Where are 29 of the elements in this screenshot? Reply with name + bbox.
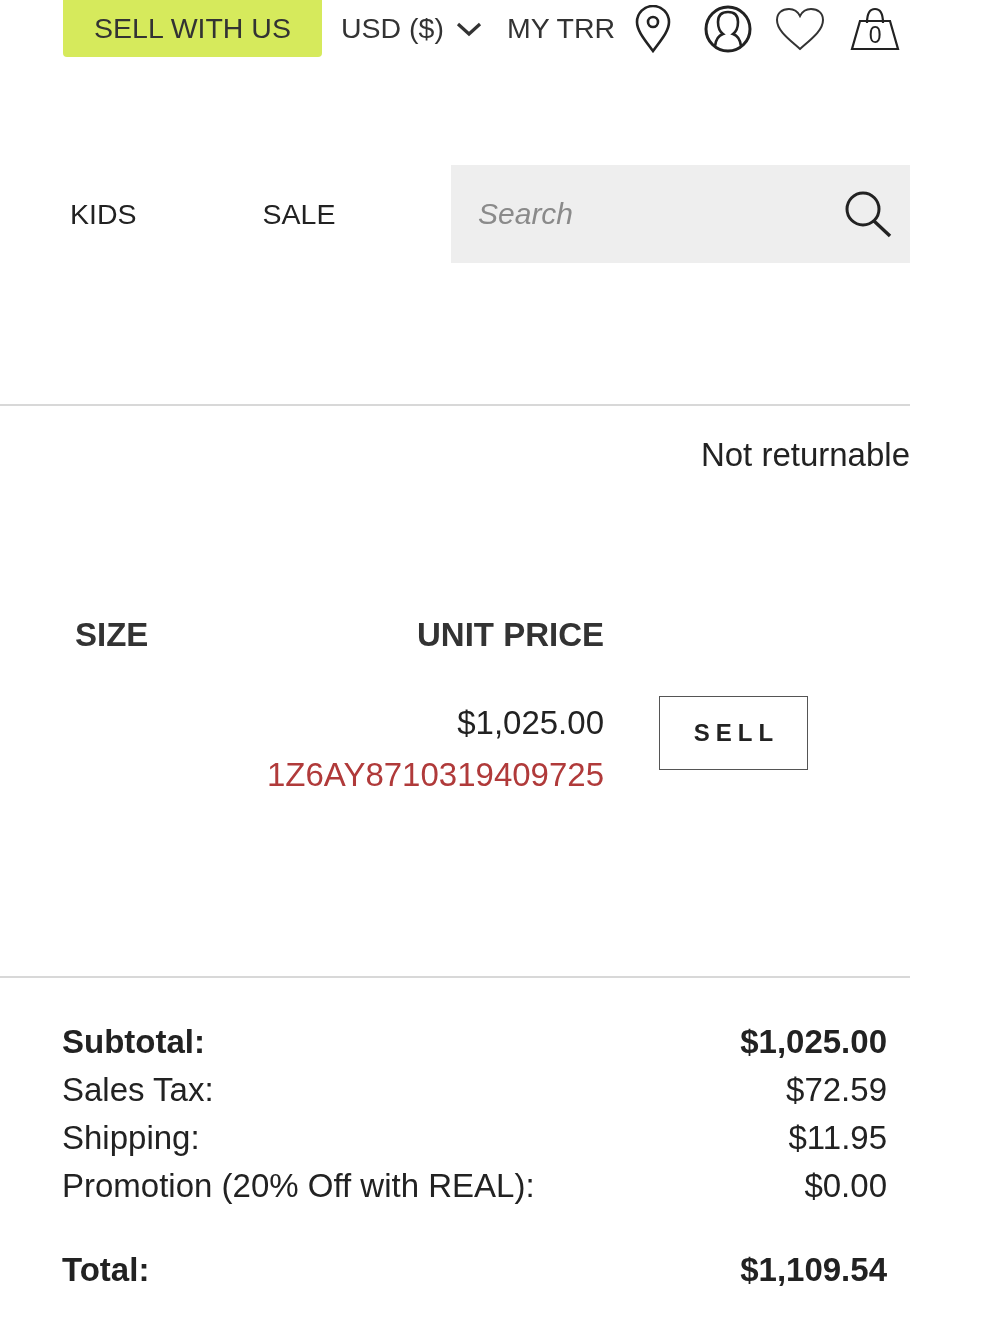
summary-label: Total: <box>62 1251 150 1289</box>
column-header: SIZE <box>75 616 150 654</box>
summary-label: Sales Tax: <box>62 1071 214 1109</box>
summary-label: Subtotal: <box>62 1023 205 1061</box>
currency-dropdown[interactable]: USD ($) <box>341 8 482 49</box>
heart-icon[interactable] <box>775 6 826 51</box>
summary-label: Shipping: <box>62 1119 200 1157</box>
cart-button[interactable]: 0 <box>850 6 901 51</box>
sell-button[interactable]: SELL <box>659 696 808 770</box>
sell-with-us-button[interactable]: SELL WITH US <box>63 0 322 57</box>
summary-value: $1,109.54 <box>740 1251 887 1289</box>
user-icon[interactable] <box>704 4 753 53</box>
bag-icon <box>850 6 901 51</box>
account-link[interactable]: MY TRR <box>506 12 616 45</box>
tracking-number[interactable]: 1Z6AY8710319409725 <box>266 756 604 794</box>
nav-link[interactable]: SALE <box>262 197 336 231</box>
location-pin-icon[interactable] <box>635 4 672 53</box>
summary-value: $11.95 <box>788 1119 887 1157</box>
summary-value: $0.00 <box>804 1167 887 1205</box>
search-field[interactable]: Search <box>451 165 910 263</box>
return-status-text: Not returnable <box>700 436 910 474</box>
summary-label: Promotion (20% Off with REAL): <box>62 1167 535 1205</box>
column-header: UNIT PRICE <box>416 616 604 654</box>
search-icon[interactable] <box>844 190 892 238</box>
unit-price-text: $1,025.00 <box>457 704 604 742</box>
summary-value: $1,025.00 <box>740 1023 887 1061</box>
nav-link[interactable]: KIDS <box>70 197 137 231</box>
caret-icon <box>455 20 482 37</box>
summary-value: $72.59 <box>786 1071 887 1109</box>
